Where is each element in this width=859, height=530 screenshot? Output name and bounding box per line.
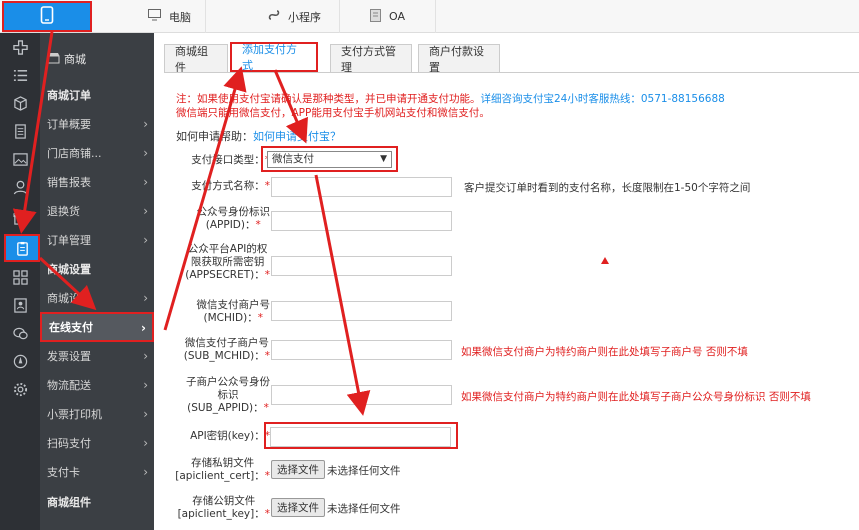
chevron-right-icon: › bbox=[143, 378, 148, 392]
cert-file-button[interactable]: 选择文件 bbox=[271, 460, 325, 479]
payment-type-select[interactable]: 微信支付 ▼ bbox=[267, 151, 392, 168]
document-icon[interactable] bbox=[0, 117, 40, 145]
list-icon[interactable] bbox=[0, 61, 40, 89]
notice-wechat: 微信端只能用微信支付，APP能用支付宝手机网站支付和微信支付。 bbox=[176, 107, 490, 119]
tab-mini-program-label: 小程序 bbox=[288, 10, 321, 24]
chevron-right-icon: › bbox=[143, 291, 148, 305]
notice-alipay: 注：如果使用支付宝请确认是那种类型，并已申请开通支付功能。详细咨询支付宝24小时… bbox=[176, 93, 725, 105]
payment-name-input[interactable] bbox=[271, 177, 452, 197]
chevron-right-icon: › bbox=[143, 349, 148, 363]
dropdown-arrow-icon: ▼ bbox=[380, 154, 387, 164]
sidebar-item-sales-report[interactable]: 销售报表 › bbox=[40, 168, 154, 196]
chevron-right-icon: › bbox=[143, 146, 148, 160]
label-sub-mchid: 微信支付子商户号 (SUB_MCHID)：* bbox=[183, 337, 270, 362]
sub-mchid-hint: 如果微信支付商户为特约商户则在此处填写子商户号 否则不填 bbox=[461, 346, 748, 358]
chat-icon[interactable] bbox=[0, 319, 40, 347]
gear-icon[interactable] bbox=[0, 375, 40, 403]
cube-icon[interactable] bbox=[0, 89, 40, 117]
chevron-right-icon: › bbox=[143, 175, 148, 189]
label-sub-appid: 子商户公众号身份 标识 (SUB_APPID)：* bbox=[186, 376, 270, 414]
sidebar-item-order-overview[interactable]: 订单概要 › bbox=[40, 110, 154, 138]
tab-merchant-payment-settings[interactable]: 商户付款设置 bbox=[418, 44, 500, 74]
top-bar: 电脑 小程序 OA bbox=[0, 0, 859, 33]
mini-program-icon bbox=[268, 9, 280, 24]
sidebar-header: 商城 bbox=[40, 45, 154, 73]
mobile-tab[interactable] bbox=[2, 1, 92, 32]
clipboard-icon[interactable] bbox=[4, 234, 40, 262]
sidebar-item-online-payment[interactable]: 在线支付 › bbox=[40, 312, 154, 342]
contacts-icon[interactable] bbox=[0, 291, 40, 319]
payment-name-hint: 客户提交订单时看到的支付名称，长度限制在1-50个字符之间 bbox=[464, 182, 751, 194]
store-icon bbox=[47, 52, 60, 67]
section-title-settings: 商城设置 bbox=[47, 263, 91, 276]
sub-mchid-input[interactable] bbox=[271, 340, 452, 360]
sidebar-item-scan-pay[interactable]: 扫码支付 › bbox=[40, 429, 154, 457]
gift-icon[interactable] bbox=[0, 203, 40, 231]
help-line: 如何申请帮助：如何申请支付宝？ bbox=[176, 130, 341, 143]
sidebar-item-logistics[interactable]: 物流配送 › bbox=[40, 371, 154, 399]
tab-desktop[interactable]: 电脑 bbox=[94, 0, 206, 33]
label-appsecret: 公众平台API的权 限获取所需密钥 (APPSECRET)：* bbox=[185, 243, 270, 281]
section-title-components: 商城组件 bbox=[47, 496, 91, 509]
tab-oa[interactable]: OA bbox=[340, 0, 436, 33]
appsecret-input[interactable] bbox=[271, 256, 452, 276]
api-key-input[interactable] bbox=[270, 427, 451, 447]
label-cert-file: 存储私钥文件 [apiclient_cert]：* bbox=[175, 457, 270, 482]
sidebar-item-stores[interactable]: 门店商铺... › bbox=[40, 139, 154, 167]
sidebar-item-pay-card[interactable]: 支付卡 › bbox=[40, 458, 154, 486]
chevron-right-icon: › bbox=[143, 117, 148, 131]
label-payment-name: 支付方式名称：* bbox=[191, 180, 270, 192]
section-title-orders: 商城订单 bbox=[47, 89, 91, 102]
sidebar-item-store-settings[interactable]: 商城设置 › bbox=[40, 284, 154, 312]
sidebar-item-order-management[interactable]: 订单管理 › bbox=[40, 226, 154, 254]
mobile-phone-icon bbox=[40, 6, 54, 27]
payment-type-highlight: 微信支付 ▼ bbox=[261, 146, 398, 172]
icon-nav bbox=[0, 33, 40, 530]
chevron-right-icon: › bbox=[143, 407, 148, 421]
tab-add-payment-method[interactable]: 添加支付方式 bbox=[230, 42, 318, 72]
appid-input[interactable] bbox=[271, 211, 452, 231]
tab-payment-management[interactable]: 支付方式管理 bbox=[330, 44, 412, 74]
sub-appid-hint: 如果微信支付商户为特约商户则在此处填写子商户公众号身份标识 否则不填 bbox=[461, 391, 811, 403]
label-mchid: 微信支付商户号 (MCHID)：* bbox=[196, 299, 271, 324]
sidebar: 商城 商城订单 订单概要 › 门店商铺... › 销售报表 › 退换货 › 订单管理 › … bbox=[40, 33, 154, 530]
label-key-file: 存储公钥文件 [apiclient_key]：* bbox=[177, 495, 270, 520]
label-api-key: API密钥(key)：* bbox=[190, 430, 270, 442]
user-icon[interactable] bbox=[0, 173, 40, 201]
tab-store-components[interactable]: 商城组件 bbox=[164, 44, 228, 74]
grid-icon[interactable] bbox=[0, 263, 40, 291]
chevron-right-icon: › bbox=[143, 436, 148, 450]
label-payment-type: 支付接口类型：* bbox=[191, 154, 270, 166]
key-file-button[interactable]: 选择文件 bbox=[271, 498, 325, 517]
cert-file-status: 未选择任何文件 bbox=[327, 465, 401, 477]
sub-appid-input[interactable] bbox=[271, 385, 452, 405]
sidebar-item-returns[interactable]: 退换货 › bbox=[40, 197, 154, 225]
compass-icon[interactable] bbox=[0, 347, 40, 375]
document-icon bbox=[370, 8, 381, 25]
chevron-right-icon: › bbox=[143, 204, 148, 218]
key-file-status: 未选择任何文件 bbox=[327, 503, 401, 515]
mchid-input[interactable] bbox=[271, 301, 452, 321]
tab-oa-label: OA bbox=[389, 10, 405, 23]
label-appid: 公众号身份标识 (APPID)：* bbox=[196, 206, 271, 231]
image-icon[interactable] bbox=[0, 145, 40, 173]
plus-cross-icon[interactable] bbox=[0, 33, 40, 61]
hotline-text: 详细咨询支付宝24小时客服热线：0571-88156688 bbox=[480, 93, 725, 105]
sidebar-item-receipt-printer[interactable]: 小票打印机 › bbox=[40, 400, 154, 428]
chevron-right-icon: › bbox=[143, 233, 148, 247]
chevron-right-icon: › bbox=[141, 321, 146, 335]
help-link[interactable]: 如何申请支付宝？ bbox=[253, 130, 341, 143]
chevron-right-icon: › bbox=[143, 465, 148, 479]
monitor-icon bbox=[148, 9, 161, 24]
tab-divider bbox=[164, 72, 859, 73]
tab-desktop-label: 电脑 bbox=[169, 10, 191, 24]
main-content: 商城组件 添加支付方式 支付方式管理 商户付款设置 注：如果使用支付宝请确认是那… bbox=[154, 33, 859, 530]
sidebar-item-invoice-settings[interactable]: 发票设置 › bbox=[40, 342, 154, 370]
api-key-highlight bbox=[264, 422, 458, 449]
tab-mini-program[interactable]: 小程序 bbox=[206, 0, 340, 33]
